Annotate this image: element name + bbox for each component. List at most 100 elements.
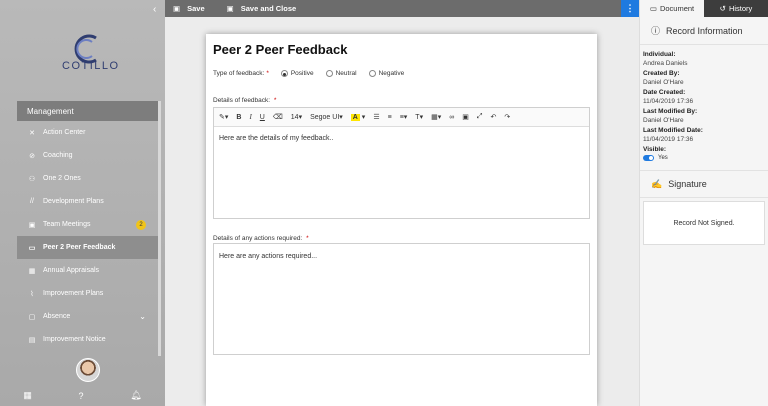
radio-button[interactable] <box>325 70 333 77</box>
font-family-select[interactable]: Segoe UI▾ <box>310 113 343 121</box>
grid-icon[interactable]: ▦ <box>23 390 32 401</box>
visible-label: Visible: <box>643 146 667 153</box>
undo-icon[interactable]: ↶ <box>490 113 496 121</box>
field-label: Last Modified Date: <box>643 127 703 134</box>
sidebar-item-annual-appraisals[interactable]: ▦ Annual Appraisals <box>17 259 158 282</box>
sidebar-item-label: Development Plans <box>43 198 104 205</box>
sidebar-scrollbar[interactable] <box>158 101 161 356</box>
chat-icon: ▭ <box>28 244 36 252</box>
sidebar-item-improvement-notice[interactable]: ▤ Improvement Notice <box>17 328 158 351</box>
save-and-close-button[interactable]: ▣ Save and Close <box>227 4 297 13</box>
record-panel: ▭ Document ↺ History ⓘ Record Informatio… <box>639 0 768 406</box>
font-size-select[interactable]: 14▾ <box>291 113 302 121</box>
sidebar-menu: Management ✕ Action Center ⊘ Coaching ⚇ … <box>17 101 158 351</box>
sidebar-item-peer-2-peer-feedback[interactable]: ▭ Peer 2 Peer Feedback <box>17 236 158 259</box>
fullscreen-icon[interactable]: ⤢ <box>477 113 483 121</box>
image-icon[interactable]: ▣ <box>462 113 469 121</box>
collapse-sidebar-icon[interactable]: ‹ <box>153 4 156 15</box>
page-title: Peer 2 Peer Feedback <box>213 42 348 57</box>
radio-negative[interactable]: Negative <box>368 70 404 77</box>
sidebar-item-development-plans[interactable]: // Development Plans <box>17 190 158 213</box>
save-button[interactable]: ▣ Save <box>173 4 205 13</box>
record-information: Individual: Andrea Daniels Created By: D… <box>640 45 768 164</box>
sidebar-item-action-center[interactable]: ✕ Action Center <box>17 121 158 144</box>
radio-button[interactable] <box>368 70 376 77</box>
chevron-down-icon[interactable]: ⌄ <box>139 312 146 321</box>
actions-required-text[interactable]: Here are any actions required... <box>214 244 589 269</box>
tab-label: History <box>728 4 753 13</box>
sidebar-footer: ▦ ? 🔔︎ <box>0 385 165 406</box>
document-paper: Peer 2 Peer Feedback Type of feedback: *… <box>206 34 597 406</box>
field-value: 11/04/2019 17:36 <box>643 136 694 143</box>
sidebar-item-label: Absence <box>43 313 71 320</box>
tab-document[interactable]: ▭ Document <box>640 0 704 17</box>
sidebar-item-label: Action Center <box>43 129 86 136</box>
section-title: Record Information <box>666 25 743 36</box>
people-icon: ⚇ <box>28 175 36 183</box>
chart-icon: ⌇ <box>30 290 34 298</box>
feedback-details-text[interactable]: Here are the details of my feedback.. <box>214 127 589 150</box>
redo-icon[interactable]: ↷ <box>504 113 510 121</box>
text-style-icon[interactable]: T▾ <box>415 113 423 121</box>
radio-button[interactable] <box>280 70 288 77</box>
table-icon[interactable]: ▦▾ <box>431 113 441 121</box>
save-close-label: Save and Close <box>240 4 297 13</box>
sidebar-item-label: Annual Appraisals <box>43 267 100 274</box>
field-value: Andrea Daniels <box>643 60 688 67</box>
visible-toggle-row: Yes <box>643 155 765 161</box>
sidebar-item-label: Peer 2 Peer Feedback <box>43 244 116 251</box>
feedback-type-row: Type of feedback: * Positive Neutral Neg… <box>213 70 404 77</box>
calendar-icon: ▦ <box>28 267 36 275</box>
required-mark: * <box>306 235 309 242</box>
sidebar-item-team-meetings[interactable]: ▣ Team Meetings 2 <box>17 213 158 236</box>
more-options-icon[interactable]: ⋮ <box>621 0 639 17</box>
sidebar-item-label: Improvement Notice <box>43 336 106 343</box>
document-icon: ▭ <box>649 4 657 13</box>
link-icon[interactable]: ∞ <box>449 114 454 121</box>
actions-required-editor[interactable]: Here are any actions required... <box>213 243 590 355</box>
sidebar-item-coaching[interactable]: ⊘ Coaching <box>17 144 158 167</box>
menu-header-management[interactable]: Management <box>17 101 158 121</box>
align-icon[interactable]: ≡▾ <box>400 113 408 121</box>
history-icon: ↺ <box>719 4 726 13</box>
sidebar-item-label: One 2 Ones <box>43 175 81 182</box>
sidebar-item-absence[interactable]: ▢ Absence ⌄ <box>17 305 158 328</box>
field-value: Daniel O'Hare <box>643 79 684 86</box>
field-label: Date Created: <box>643 89 686 96</box>
radio-label: Neutral <box>335 70 357 77</box>
bell-icon[interactable]: 🔔︎ <box>130 390 141 401</box>
logo-text: COTILLO <box>62 60 120 72</box>
highlight-color-button[interactable]: A ▾ <box>350 113 365 121</box>
underline-button[interactable]: U <box>260 114 265 121</box>
visible-toggle[interactable] <box>643 155 654 161</box>
sidebar-item-improvement-plans[interactable]: ⌇ Improvement Plans <box>17 282 158 305</box>
tab-label: Document <box>659 4 695 13</box>
actions-label-row: Details of any actions required: * <box>213 235 309 242</box>
eraser-icon[interactable]: ⌫ <box>273 113 283 121</box>
field-label: Last Modified By: <box>643 108 698 115</box>
numbered-list-icon[interactable]: ≡ <box>388 114 392 121</box>
visible-value: Yes <box>658 155 668 161</box>
field-value: 11/04/2019 17:36 <box>643 98 694 105</box>
signature-icon: ✍ <box>651 178 663 189</box>
radio-positive[interactable]: Positive <box>280 70 314 77</box>
signature-status: Record Not Signed. <box>673 219 735 227</box>
feedback-details-editor[interactable]: ✎▾ B I U ⌫ 14▾ Segoe UI▾ A ▾ ☰ ≡ ≡▾ T▾ ▦… <box>213 107 590 219</box>
save-close-icon: ▣ <box>226 4 234 13</box>
record-information-header: ⓘ Record Information <box>640 17 768 45</box>
required-mark: * <box>273 97 277 104</box>
user-avatar[interactable] <box>76 358 100 382</box>
field-label: Individual: <box>643 51 676 58</box>
sidebar-item-one-2-ones[interactable]: ⚇ One 2 Ones <box>17 167 158 190</box>
bold-button[interactable]: B <box>236 114 241 121</box>
radio-neutral[interactable]: Neutral <box>325 70 357 77</box>
sidebar-item-label: Team Meetings <box>43 221 91 228</box>
bullet-list-icon[interactable]: ☰ <box>373 113 379 121</box>
tab-history[interactable]: ↺ History <box>704 0 768 17</box>
italic-button[interactable]: I <box>249 113 251 121</box>
magic-wand-icon[interactable]: ✎▾ <box>219 113 228 121</box>
help-icon[interactable]: ? <box>79 391 84 401</box>
notification-badge: 2 <box>136 219 146 230</box>
signature-box: Record Not Signed. <box>643 201 765 245</box>
crosshair-icon: ✕ <box>29 129 35 137</box>
